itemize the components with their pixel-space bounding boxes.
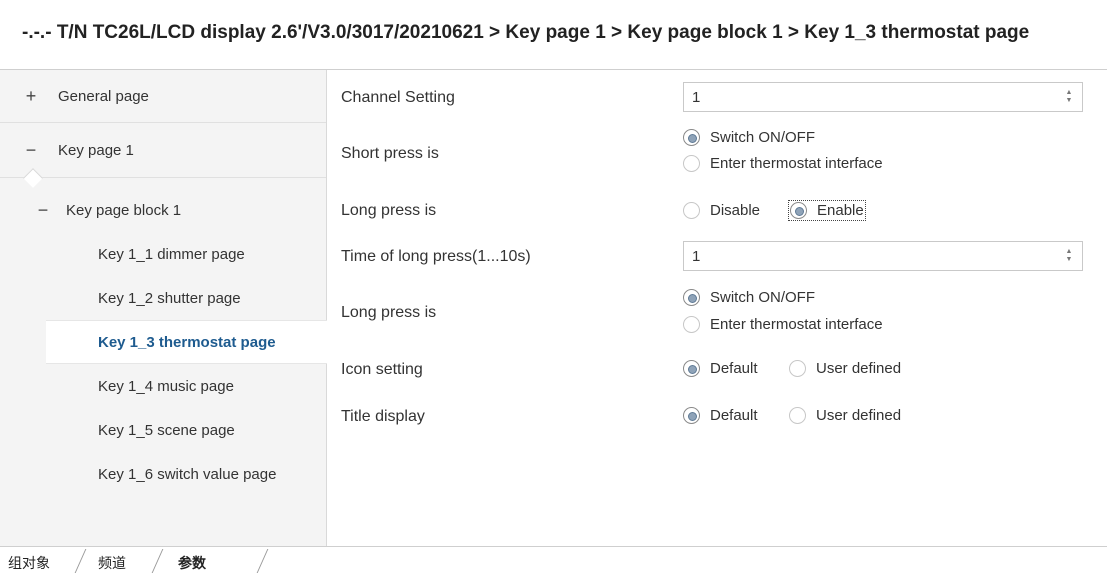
- sidebar-nav: + General page − Key page 1 − Key page b…: [0, 70, 327, 546]
- expand-plus-icon[interactable]: +: [20, 86, 42, 107]
- long-press-time-spinner[interactable]: 1 ▲ ▼: [683, 241, 1083, 271]
- divider: [0, 177, 326, 178]
- sidebar-item-label: Key 1_3 thermostat page: [98, 333, 276, 351]
- sidebar-item-label: Key 1_5 scene page: [98, 421, 235, 439]
- radio-checked-icon[interactable]: [683, 289, 700, 306]
- breadcrumb: -.-.- T/N TC26L/LCD display 2.6'/V3.0/30…: [0, 0, 1107, 70]
- radio-label: Switch ON/OFF: [710, 129, 816, 146]
- radio-checked-icon[interactable]: [683, 360, 700, 377]
- sidebar-item-key-1-1-dimmer[interactable]: Key 1_1 dimmer page: [0, 232, 326, 276]
- long-press-enable-label: Long press is: [341, 202, 437, 219]
- radio-label: Disable: [710, 202, 761, 219]
- sidebar-item-key-1-4-music[interactable]: Key 1_4 music page: [0, 364, 326, 408]
- radio-label: Enter thermostat interface: [710, 155, 883, 172]
- sidebar-item-key-1-3-thermostat[interactable]: Key 1_3 thermostat page: [46, 320, 327, 364]
- long-press-disable-radio[interactable]: Disable: [683, 202, 760, 219]
- spin-up-icon[interactable]: ▲: [1066, 248, 1073, 256]
- short-press-thermostat-radio[interactable]: Enter thermostat interface: [683, 155, 883, 172]
- radio-checked-icon[interactable]: [790, 202, 807, 219]
- long-press-action-label: Long press is: [341, 304, 437, 321]
- radio-label: Default: [710, 360, 758, 377]
- spin-up-icon[interactable]: ▲: [1066, 89, 1073, 97]
- channel-setting-label: Channel Setting: [341, 89, 455, 106]
- sidebar-item-label: General page: [58, 87, 149, 105]
- sidebar-item-label: Key page 1: [58, 141, 134, 159]
- title-display-default-radio[interactable]: Default: [683, 407, 758, 424]
- icon-setting-label: Icon setting: [341, 361, 423, 378]
- radio-unchecked-icon[interactable]: [683, 155, 700, 172]
- parameter-panel: Channel Setting 1 ▲ ▼ Short press is Swi…: [327, 70, 1107, 546]
- sidebar-item-label: Key 1_6 switch value page: [98, 465, 277, 483]
- tab-group-objects[interactable]: 组对象: [8, 553, 50, 573]
- channel-setting-spinner[interactable]: 1 ▲ ▼: [683, 82, 1083, 112]
- title-display-user-defined-radio[interactable]: User defined: [789, 407, 901, 424]
- radio-checked-icon[interactable]: [683, 407, 700, 424]
- sidebar-item-key-1-6-switch-value[interactable]: Key 1_6 switch value page: [0, 452, 326, 496]
- spinner-arrows[interactable]: ▲ ▼: [1064, 248, 1074, 264]
- sidebar-item-label: Key page block 1: [66, 201, 182, 219]
- tab-divider: [151, 549, 164, 573]
- spin-down-icon[interactable]: ▼: [1066, 256, 1073, 264]
- radio-label: Switch ON/OFF: [710, 289, 816, 306]
- radio-label: Default: [710, 407, 758, 424]
- radio-label: User defined: [816, 360, 902, 377]
- tab-channel[interactable]: 频道: [98, 553, 126, 573]
- title-display-label: Title display: [341, 408, 425, 425]
- radio-checked-icon[interactable]: [683, 129, 700, 146]
- radio-label: Enable: [817, 202, 864, 219]
- tab-divider: [256, 549, 269, 573]
- short-press-label: Short press is: [341, 145, 439, 162]
- tab-divider: [74, 549, 87, 573]
- tab-parameters[interactable]: 参数: [178, 553, 206, 573]
- icon-setting-default-radio[interactable]: Default: [683, 360, 758, 377]
- sidebar-item-label: Key 1_4 music page: [98, 377, 234, 395]
- spinner-value: 1: [692, 248, 701, 265]
- sidebar-item-key-1-2-shutter[interactable]: Key 1_2 shutter page: [0, 276, 326, 320]
- long-press-switch-radio[interactable]: Switch ON/OFF: [683, 289, 815, 306]
- bottom-tab-bar: 组对象 频道 参数: [0, 546, 1107, 573]
- sidebar-item-general-page[interactable]: + General page: [0, 70, 326, 122]
- spin-down-icon[interactable]: ▼: [1066, 97, 1073, 105]
- sidebar-item-key-page-1[interactable]: − Key page 1: [0, 123, 326, 177]
- long-press-enable-radio[interactable]: Enable: [788, 200, 866, 221]
- collapse-minus-icon[interactable]: −: [20, 140, 42, 161]
- short-press-switch-radio[interactable]: Switch ON/OFF: [683, 129, 815, 146]
- spinner-arrows[interactable]: ▲ ▼: [1064, 89, 1074, 105]
- radio-unchecked-icon[interactable]: [789, 360, 806, 377]
- sidebar-item-label: Key 1_2 shutter page: [98, 289, 241, 307]
- icon-setting-user-defined-radio[interactable]: User defined: [789, 360, 901, 377]
- sidebar-item-label: Key 1_1 dimmer page: [98, 245, 245, 263]
- radio-unchecked-icon[interactable]: [683, 316, 700, 333]
- collapse-minus-icon[interactable]: −: [32, 200, 54, 221]
- spinner-value: 1: [692, 89, 701, 106]
- sidebar-item-key-page-block-1[interactable]: − Key page block 1: [0, 188, 326, 232]
- sidebar-item-key-1-5-scene[interactable]: Key 1_5 scene page: [0, 408, 326, 452]
- long-press-time-label: Time of long press(1...10s): [341, 248, 531, 265]
- radio-unchecked-icon[interactable]: [789, 407, 806, 424]
- radio-label: User defined: [816, 407, 902, 424]
- radio-unchecked-icon[interactable]: [683, 202, 700, 219]
- radio-label: Enter thermostat interface: [710, 316, 883, 333]
- long-press-thermostat-radio[interactable]: Enter thermostat interface: [683, 316, 883, 333]
